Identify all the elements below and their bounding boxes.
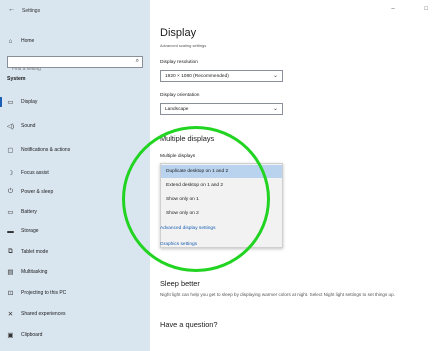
multiple-displays-dropdown-menu[interactable]: Duplicate desktop on 1 and 2 Extend desk…: [160, 163, 283, 248]
sidebar-item-label: Tablet mode: [21, 249, 49, 255]
sidebar-item-sound[interactable]: ◁) Sound: [0, 118, 150, 134]
sidebar-item-label: Shared experiences: [21, 311, 66, 317]
window-controls[interactable]: – □: [391, 6, 442, 12]
advanced-display-settings-link[interactable]: Advanced display settings: [160, 226, 215, 231]
option-show-only-2[interactable]: Show only on 2: [161, 207, 282, 220]
multiple-displays-heading: Multiple displays: [160, 134, 215, 143]
tablet-icon: ⧉: [8, 248, 13, 255]
have-a-question-heading: Have a question?: [160, 320, 218, 329]
orientation-dropdown[interactable]: Landscape ⌄: [160, 103, 283, 115]
sidebar-item-multitasking[interactable]: ▤ Multitasking: [0, 264, 150, 280]
sidebar-item-storage[interactable]: ▬ Storage: [0, 223, 150, 239]
moon-icon: ☽: [7, 170, 14, 177]
sidebar-item-tablet-mode[interactable]: ⧉ Tablet mode: [0, 244, 150, 260]
search-box[interactable]: ⌕: [7, 56, 143, 75]
multiple-displays-label: Multiple displays: [160, 154, 196, 159]
resolution-label: Display resolution: [160, 60, 198, 65]
sidebar-item-label: Projecting to this PC: [21, 290, 67, 296]
sidebar-item-label: Power & sleep: [21, 189, 54, 195]
sidebar-item-clipboard[interactable]: ▣ Clipboard: [0, 327, 150, 343]
sidebar-item-label: Clipboard: [21, 332, 43, 338]
sidebar-item-shared-experiences[interactable]: ✕ Shared experiences: [0, 306, 150, 322]
sidebar-item-label: Notifications & actions: [21, 147, 71, 153]
orientation-value: Landscape: [165, 107, 189, 112]
sidebar-item-battery[interactable]: ▭ Battery: [0, 204, 150, 220]
speaker-icon: ◁): [6, 123, 15, 130]
resolution-dropdown[interactable]: 1920 × 1080 (Recommended) ⌄: [160, 70, 283, 82]
option-label: Show only on 1: [166, 197, 199, 202]
sidebar-item-display[interactable]: ▭ Display: [0, 94, 150, 110]
chevron-down-icon: ⌄: [272, 73, 278, 79]
sidebar: ← Settings ⌂ Home ⌕ System ▭ Display ◁) …: [0, 0, 150, 351]
app-title: Settings: [22, 8, 41, 14]
resolution-value: 1920 × 1080 (Recommended): [165, 74, 229, 79]
home-icon: ⌂: [8, 37, 13, 45]
clipboard-icon: ▣: [7, 332, 14, 339]
sleep-better-heading: Sleep better: [160, 279, 200, 288]
sidebar-item-label: Sound: [21, 123, 36, 129]
battery-icon: ▭: [7, 209, 14, 216]
shared-icon: ✕: [7, 311, 14, 318]
night-light-description: Night light can help you get to sleep by…: [160, 292, 395, 297]
main-content: – □ Display Advanced scaling settings Di…: [150, 0, 448, 351]
multitasking-icon: ▤: [7, 269, 14, 276]
option-duplicate[interactable]: Duplicate desktop on 1 and 2: [161, 165, 282, 178]
projector-icon: ⊡: [7, 290, 14, 297]
sidebar-item-label: Battery: [21, 209, 37, 215]
search-icon[interactable]: ⌕: [136, 58, 139, 65]
option-label: Duplicate desktop on 1 and 2: [166, 169, 229, 174]
graphics-settings-link[interactable]: Graphics settings: [160, 242, 197, 247]
sidebar-item-home[interactable]: ⌂ Home: [0, 33, 150, 49]
sidebar-item-notifications[interactable]: ▢ Notifications & actions: [0, 142, 150, 158]
orientation-label: Display orientation: [160, 93, 200, 98]
option-extend[interactable]: Extend desktop on 1 and 2: [161, 179, 282, 192]
search-input[interactable]: [8, 64, 128, 75]
sidebar-item-label: Home: [21, 38, 35, 44]
back-arrow-icon[interactable]: ←: [8, 6, 15, 13]
storage-icon: ▬: [7, 227, 14, 235]
sidebar-item-power-sleep[interactable]: ⏻ Power & sleep: [0, 184, 150, 200]
sidebar-item-focus-assist[interactable]: ☽ Focus assist: [0, 165, 150, 181]
sidebar-item-label: Storage: [21, 228, 39, 234]
sidebar-item-projecting[interactable]: ⊡ Projecting to this PC: [0, 285, 150, 301]
page-title: Display: [160, 27, 197, 39]
notification-icon: ▢: [7, 147, 14, 154]
scrolled-link-text[interactable]: Advanced scaling settings: [160, 44, 206, 48]
sidebar-item-label: Multitasking: [21, 269, 48, 275]
section-label: System: [7, 76, 26, 82]
option-label: Extend desktop on 1 and 2: [166, 183, 224, 188]
power-icon: ⏻: [7, 188, 14, 195]
chevron-down-icon: ⌄: [272, 106, 278, 112]
option-show-only-1[interactable]: Show only on 1: [161, 193, 282, 206]
monitor-icon: ▭: [7, 99, 14, 106]
sidebar-item-label: Display: [21, 99, 38, 105]
sidebar-item-label: Focus assist: [21, 170, 49, 176]
option-label: Show only on 2: [166, 211, 199, 216]
